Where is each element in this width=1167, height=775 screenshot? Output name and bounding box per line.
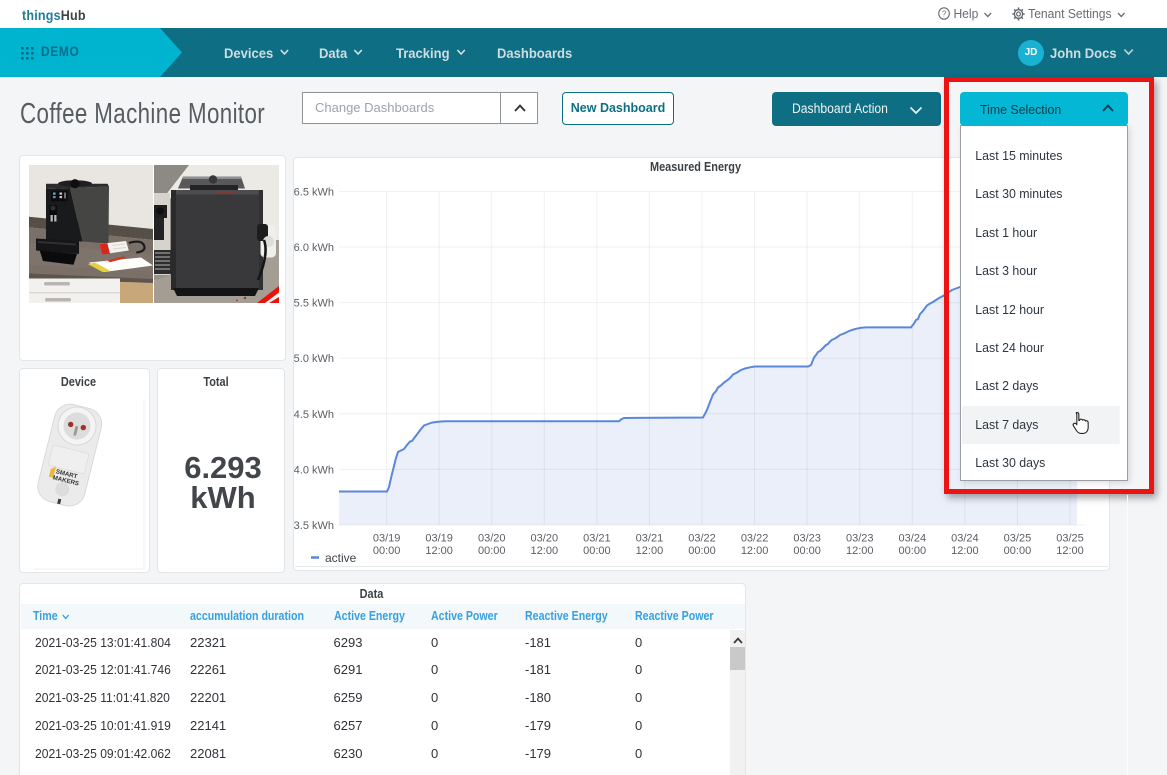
svg-text:4.0 kWh: 4.0 kWh bbox=[294, 464, 334, 476]
svg-text:00:00: 00:00 bbox=[373, 545, 401, 557]
svg-text:4.5 kWh: 4.5 kWh bbox=[294, 409, 334, 421]
svg-text:03/21: 03/21 bbox=[583, 533, 611, 545]
svg-text:3.5 kWh: 3.5 kWh bbox=[294, 520, 334, 532]
svg-text:00:00: 00:00 bbox=[899, 545, 927, 557]
svg-text:active: active bbox=[325, 551, 357, 565]
svg-text:03/19: 03/19 bbox=[373, 533, 401, 545]
svg-text:6.5 kWh: 6.5 kWh bbox=[294, 186, 334, 198]
svg-text:03/22: 03/22 bbox=[741, 533, 769, 545]
svg-text:03/25: 03/25 bbox=[1004, 533, 1032, 545]
svg-text:03/23: 03/23 bbox=[793, 533, 821, 545]
svg-text:03/21: 03/21 bbox=[636, 533, 664, 545]
svg-text:03/23: 03/23 bbox=[846, 533, 874, 545]
svg-text:12:00: 12:00 bbox=[636, 545, 664, 557]
svg-text:03/22: 03/22 bbox=[688, 533, 716, 545]
svg-text:03/24: 03/24 bbox=[899, 533, 927, 545]
svg-text:00:00: 00:00 bbox=[583, 545, 611, 557]
svg-text:12:00: 12:00 bbox=[531, 545, 559, 557]
svg-text:03/24: 03/24 bbox=[951, 533, 979, 545]
svg-text:12:00: 12:00 bbox=[741, 545, 769, 557]
svg-text:03/25: 03/25 bbox=[1056, 533, 1084, 545]
svg-text:00:00: 00:00 bbox=[1004, 545, 1032, 557]
svg-text:00:00: 00:00 bbox=[793, 545, 821, 557]
svg-text:5.5 kWh: 5.5 kWh bbox=[294, 298, 334, 310]
svg-text:00:00: 00:00 bbox=[688, 545, 716, 557]
svg-text:12:00: 12:00 bbox=[846, 545, 874, 557]
svg-text:03/20: 03/20 bbox=[531, 533, 559, 545]
svg-text:12:00: 12:00 bbox=[1056, 545, 1084, 557]
svg-text:03/20: 03/20 bbox=[478, 533, 506, 545]
svg-text:?: ? bbox=[942, 9, 947, 18]
svg-text:5.0 kWh: 5.0 kWh bbox=[294, 353, 334, 365]
svg-text:03/19: 03/19 bbox=[425, 533, 453, 545]
svg-text:6.0 kWh: 6.0 kWh bbox=[294, 242, 334, 254]
svg-text:12:00: 12:00 bbox=[951, 545, 979, 557]
svg-text:12:00: 12:00 bbox=[425, 545, 453, 557]
svg-text:00:00: 00:00 bbox=[478, 545, 506, 557]
